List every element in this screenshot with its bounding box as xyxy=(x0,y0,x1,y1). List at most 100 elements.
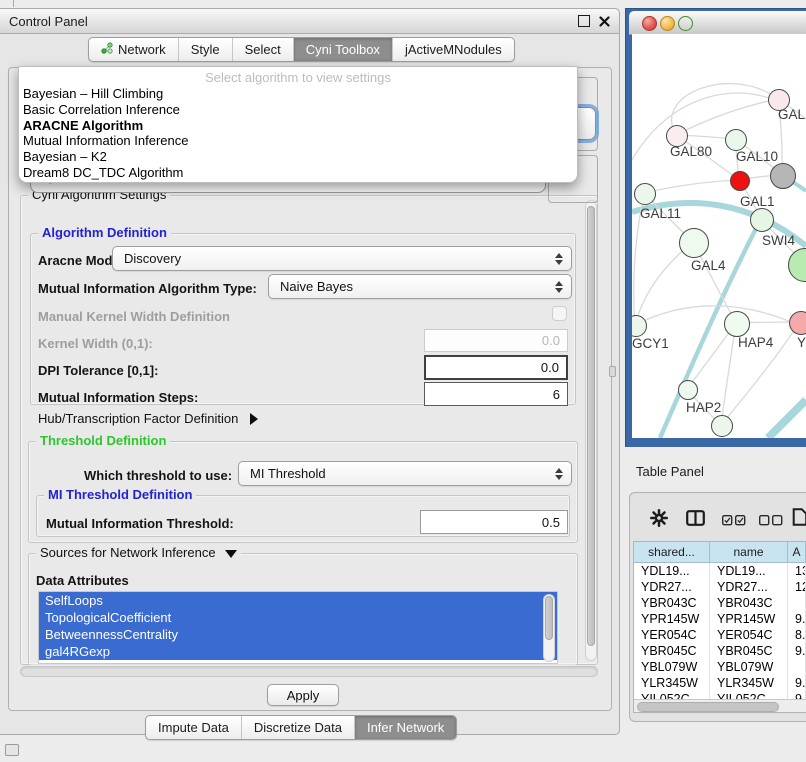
node-table: shared...nameA YDL19...YDL19...13YDR27..… xyxy=(633,541,806,713)
table-row[interactable]: YBL079WYBL079W xyxy=(634,659,806,675)
manual-kernel-label: Manual Kernel Width Definition xyxy=(38,309,230,324)
tab-style[interactable]: Style xyxy=(178,38,232,61)
attributes-scrollbar-thumb[interactable] xyxy=(545,596,553,640)
close-icon[interactable] xyxy=(599,16,610,27)
table-panel-window: shared...nameA YDL19...YDL19...13YDR27..… xyxy=(629,492,806,722)
network-node-gal11[interactable] xyxy=(634,183,656,205)
settings-vertical-scrollbar[interactable] xyxy=(585,200,597,661)
minimize-traffic-light-icon[interactable] xyxy=(660,16,675,31)
tab-label: Cyni Toolbox xyxy=(306,42,380,57)
tab-impute-data[interactable]: Impute Data xyxy=(146,716,241,739)
table-header-cell[interactable]: A xyxy=(788,542,806,563)
table-header-cell[interactable]: shared... xyxy=(634,542,710,563)
aracne-mode-value: Discovery xyxy=(124,251,181,266)
table-cell: YER054C xyxy=(710,627,788,643)
table-row[interactable]: YDR27...YDR27...12 xyxy=(634,579,806,595)
table-row[interactable]: YDL19...YDL19...13 xyxy=(634,563,806,579)
attribute-item[interactable]: TopologicalCoefficient xyxy=(39,609,557,626)
algorithm-option[interactable]: Dream8 DC_TDC Algorithm xyxy=(19,165,577,181)
network-view-titlebar[interactable] xyxy=(629,11,806,35)
algorithm-option[interactable]: ARACNE Algorithm xyxy=(19,118,577,134)
which-threshold-label: Which threshold to use: xyxy=(84,468,232,483)
table-row[interactable]: YBR043CYBR043C xyxy=(634,595,806,611)
table-row[interactable]: YLR345WYLR345W9. xyxy=(634,675,806,691)
gear-icon[interactable] xyxy=(650,509,668,530)
settings-horizontal-scrollbar[interactable] xyxy=(20,666,598,677)
new-table-icon[interactable] xyxy=(791,508,806,529)
tab-cyni-toolbox[interactable]: Cyni Toolbox xyxy=(293,38,392,61)
kernel-width-value: 0.0 xyxy=(542,333,560,348)
deselect-all-icon[interactable] xyxy=(759,514,783,529)
algorithm-options: Bayesian – Hill ClimbingBasic Correlatio… xyxy=(19,86,577,181)
hub-definition-expander[interactable]: Hub/Transcription Factor Definition xyxy=(38,411,258,426)
close-traffic-light-icon[interactable] xyxy=(642,16,657,31)
panel-splitter-grip[interactable] xyxy=(609,366,616,377)
settings-scrollbar-thumb[interactable] xyxy=(587,206,595,646)
mi-threshold-value: 0.5 xyxy=(542,515,560,530)
tab-select[interactable]: Select xyxy=(232,38,293,61)
algorithm-dropdown-placeholder: Select algorithm to view settings xyxy=(19,70,577,86)
sources-title[interactable]: Sources for Network Inference xyxy=(36,545,241,560)
which-threshold-select[interactable]: MI Threshold xyxy=(238,461,572,486)
attribute-item[interactable]: SelfLoops xyxy=(39,592,557,609)
attribute-item[interactable]: BetweennessCentrality xyxy=(39,626,557,643)
network-node-label: GAL80 xyxy=(670,144,712,159)
mi-steps-label: Mutual Information Steps: xyxy=(38,390,198,405)
network-node-hap4[interactable] xyxy=(724,311,750,337)
aracne-mode-select[interactable]: Discovery xyxy=(112,246,572,271)
tab-label: jActiveMNodules xyxy=(405,42,502,57)
network-node-pink-right[interactable] xyxy=(789,311,806,335)
table-cell: YPR145W xyxy=(710,611,788,627)
attribute-item[interactable]: gal4RGexp xyxy=(39,643,557,660)
mi-threshold-field[interactable]: 0.5 xyxy=(420,510,568,534)
expander-down-icon xyxy=(225,550,237,558)
expander-right-icon xyxy=(250,413,258,425)
network-node-gal1[interactable] xyxy=(730,171,750,191)
dpi-tolerance-field[interactable]: 0.0 xyxy=(424,355,568,380)
algorithm-option[interactable]: Mutual Information Inference xyxy=(19,133,577,149)
table-header-cell[interactable]: name xyxy=(710,542,788,563)
data-attributes-list[interactable]: SelfLoopsTopologicalCoefficientBetweenne… xyxy=(38,591,558,664)
network-view-window: GALGAL80GAL10GAL1GAL11SWI4GAL4GCY1HAP4YH… xyxy=(625,8,806,447)
tab-discretize-data[interactable]: Discretize Data xyxy=(241,716,354,739)
table-scrollbar-thumb[interactable] xyxy=(637,702,779,712)
table-cell: YBR045C xyxy=(710,643,788,659)
network-node-gray-node[interactable] xyxy=(770,163,796,189)
apply-button[interactable]: Apply xyxy=(267,684,339,706)
select-all-icon[interactable] xyxy=(722,514,746,529)
mi-algorithm-type-select[interactable]: Naive Bayes xyxy=(268,274,572,299)
network-node-gal1-neighbor[interactable] xyxy=(750,208,774,232)
mi-algorithm-type-label: Mutual Information Algorithm Type: xyxy=(38,281,257,296)
network-node-bottom-node[interactable] xyxy=(711,415,733,437)
network-node-gal4[interactable] xyxy=(679,228,709,258)
network-node-label: Y xyxy=(797,335,806,350)
tab-jactivemnodules[interactable]: jActiveMNodules xyxy=(392,38,514,61)
network-canvas[interactable]: GALGAL80GAL10GAL1GAL11SWI4GAL4GCY1HAP4YH… xyxy=(632,34,806,438)
network-node-hap2[interactable] xyxy=(678,380,698,400)
tab-network[interactable]: Network xyxy=(89,38,178,61)
table-cell: 13 xyxy=(788,563,806,579)
mi-steps-field[interactable]: 6 xyxy=(424,382,568,406)
manual-kernel-checkbox[interactable] xyxy=(552,306,567,321)
table-cell: YLR345W xyxy=(710,675,788,691)
float-icon[interactable] xyxy=(578,15,590,27)
zoom-traffic-light-icon[interactable] xyxy=(678,16,693,31)
network-node-label: GAL xyxy=(778,107,805,122)
table-horizontal-scrollbar[interactable] xyxy=(634,699,806,712)
table-cell: 8. xyxy=(788,627,806,643)
dock-grid-icon[interactable] xyxy=(5,744,19,756)
table-row[interactable]: YBR045CYBR045C9. xyxy=(634,643,806,659)
split-columns-icon[interactable] xyxy=(686,510,705,529)
tab-infer-network[interactable]: Infer Network xyxy=(354,716,456,739)
table-row[interactable]: YER054CYER054C8. xyxy=(634,627,806,643)
kernel-width-field[interactable]: 0.0 xyxy=(424,329,568,352)
network-icon xyxy=(101,42,113,57)
table-row[interactable]: YPR145WYPR145W9. xyxy=(634,611,806,627)
control-panel-titlebar: Control Panel xyxy=(0,9,619,34)
algorithm-option[interactable]: Basic Correlation Inference xyxy=(19,102,577,118)
algorithm-option[interactable]: Bayesian – K2 xyxy=(19,149,577,165)
attributes-scrollbar[interactable] xyxy=(543,594,555,662)
table-cell: YDR27... xyxy=(634,579,710,595)
network-node-gal10[interactable] xyxy=(725,129,747,151)
algorithm-option[interactable]: Bayesian – Hill Climbing xyxy=(19,86,577,102)
